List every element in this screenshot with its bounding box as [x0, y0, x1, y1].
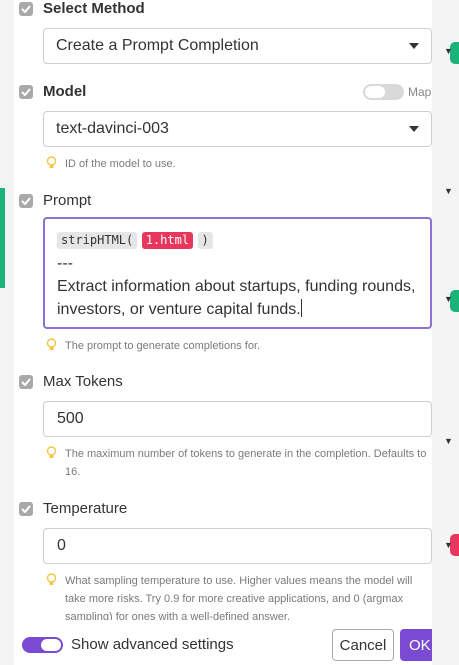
function-pill-close[interactable]: )	[197, 232, 213, 250]
prompt-separator: ---	[57, 255, 73, 272]
checkbox-prompt[interactable]	[19, 194, 33, 208]
cancel-button[interactable]: Cancel	[332, 629, 394, 661]
temperature-hint: What sampling temperature to use. Higher…	[46, 572, 432, 620]
max-tokens-hint: The maximum number of tokens to generate…	[46, 445, 432, 481]
variable-pill-html[interactable]: 1.html	[141, 232, 194, 250]
map-toggle[interactable]	[363, 84, 404, 100]
checkbox-checked-icon	[21, 88, 31, 96]
canvas-chevron-icon: ▼	[444, 186, 453, 196]
prompt-textarea[interactable]: stripHTML( 1.html ) --- Extract informat…	[43, 217, 432, 329]
prompt-label: Prompt	[43, 192, 92, 209]
canvas-chevron-icon: ▼	[444, 46, 453, 56]
chevron-down-icon	[409, 43, 419, 49]
checkbox-checked-icon	[21, 378, 31, 386]
checkbox-checked-icon	[21, 197, 31, 205]
ok-button[interactable]: OK	[400, 629, 432, 661]
method-select[interactable]: Create a Prompt Completion	[43, 28, 432, 64]
advanced-settings-toggle[interactable]	[22, 637, 63, 653]
lightbulb-icon	[46, 338, 57, 350]
prompt-text: Extract information about startups, fund…	[57, 278, 416, 318]
lightbulb-icon	[46, 573, 57, 585]
text-cursor	[300, 299, 302, 317]
canvas-chevron-icon: ▼	[444, 436, 453, 446]
temperature-input[interactable]: 0	[43, 528, 432, 564]
method-select-value: Create a Prompt Completion	[56, 37, 259, 54]
chevron-down-icon	[409, 126, 419, 132]
temperature-label: Temperature	[43, 500, 128, 517]
model-hint: ID of the model to use.	[46, 155, 432, 173]
model-label: Model	[43, 83, 87, 100]
lightbulb-icon	[46, 156, 57, 168]
lightbulb-icon	[46, 446, 57, 458]
max-tokens-input[interactable]: 500	[43, 401, 432, 437]
checkbox-checked-icon	[21, 5, 31, 13]
checkbox-temperature[interactable]	[19, 502, 33, 516]
model-select[interactable]: text-davinci-003	[43, 111, 432, 147]
max-tokens-value: 500	[57, 410, 84, 427]
canvas-left-edge	[0, 0, 14, 665]
checkbox-model[interactable]	[19, 85, 33, 99]
max-tokens-label: Max Tokens	[43, 373, 123, 390]
canvas-chevron-icon: ▼	[444, 540, 453, 550]
model-select-value: text-davinci-003	[56, 120, 169, 137]
canvas-chevron-icon: ▼	[444, 294, 453, 304]
advanced-settings-label: Show advanced settings	[71, 636, 234, 653]
map-toggle-label: Map	[408, 85, 432, 99]
checkbox-checked-icon	[21, 505, 31, 513]
prompt-hint: The prompt to generate completions for.	[46, 337, 432, 355]
checkbox-max-tokens[interactable]	[19, 375, 33, 389]
canvas-node-green	[0, 188, 5, 288]
function-pill-striphtml[interactable]: stripHTML(	[57, 232, 138, 250]
temperature-value: 0	[57, 537, 66, 554]
checkbox-select-method[interactable]	[19, 2, 33, 16]
canvas-right-edge	[432, 0, 459, 665]
select-method-label: Select Method	[43, 0, 145, 17]
